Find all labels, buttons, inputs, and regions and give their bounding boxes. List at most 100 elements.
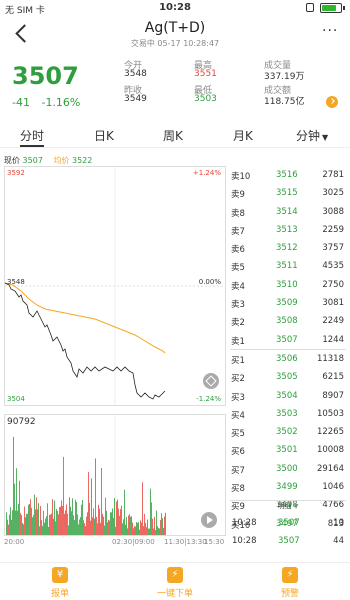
level-volume: 29164 [316, 463, 344, 474]
level-label: 买5 [231, 429, 245, 440]
volume-bar [151, 502, 152, 535]
volume-bar [42, 525, 43, 535]
tab-weekly-k[interactable]: 周K [163, 127, 183, 144]
tab-intraday[interactable]: 分时 [20, 127, 45, 147]
volume-bar [74, 520, 75, 535]
order-book-row[interactable]: 卖7 3513 2259 [230, 221, 346, 239]
low-label: 最低 [194, 86, 213, 96]
alert-button[interactable]: ⚡ 预警 [260, 567, 320, 599]
fullscreen-icon[interactable] [203, 373, 219, 389]
tab-monthly-k[interactable]: 月K [233, 127, 253, 144]
tab-minute[interactable]: 分钟 ▼ [296, 127, 328, 144]
volume-bar [39, 526, 40, 535]
volume-bar [29, 504, 30, 535]
volume-bar [137, 523, 138, 535]
expand-quote-icon[interactable] [326, 96, 338, 108]
order-book-row[interactable]: 买1 3506 11318 [230, 350, 346, 368]
level-label: 卖8 [231, 208, 245, 219]
level-label: 买1 [231, 355, 245, 366]
volume-bar [43, 510, 44, 535]
intraday-price-chart[interactable]: 3592 +1.24% 3548 0.00% 3504 -1.24% [4, 166, 226, 406]
volume-bar [156, 510, 157, 535]
level-volume: 3757 [322, 243, 344, 254]
order-book-row[interactable]: 卖3 3509 3081 [230, 294, 346, 312]
more-dots-icon[interactable]: ··· [322, 24, 338, 40]
level-volume: 4535 [322, 261, 344, 272]
volume-chart[interactable]: 90792 [4, 414, 226, 536]
one-click-order-button[interactable]: ⚡ 一键下单 [145, 567, 205, 599]
volume-bar [112, 508, 113, 535]
volume-bar [40, 506, 41, 535]
order-book-row[interactable]: 买8 3499 1046 [230, 478, 346, 496]
volume-bar [19, 480, 20, 535]
volume-bar [152, 518, 153, 535]
level-price: 3512 [276, 243, 298, 254]
volume-bar [141, 522, 142, 535]
volume-bar [117, 499, 118, 535]
play-icon[interactable] [201, 512, 217, 528]
order-book-row[interactable]: 卖10 3516 2781 [230, 166, 346, 184]
volume-bar [108, 519, 109, 535]
order-book-row[interactable]: 买4 3503 10503 [230, 405, 346, 423]
volume-bar [140, 520, 141, 535]
volume-bar [70, 506, 71, 535]
volume-bar [79, 519, 80, 535]
legend-avg: 均价 3522 [53, 156, 93, 165]
high-label: 最高 [194, 61, 213, 71]
level-label: 卖10 [231, 172, 251, 182]
trade-row: 10:28 3507 44 [232, 536, 344, 546]
volume-bar [129, 514, 130, 535]
order-book-row[interactable]: 卖8 3514 3088 [230, 203, 346, 221]
order-book-row[interactable]: 买7 3500 29164 [230, 460, 346, 478]
order-book-row[interactable]: 卖2 3508 2249 [230, 312, 346, 330]
volume-bar [153, 528, 154, 535]
trade-row: 10:28 3507 10 [232, 518, 344, 528]
level-price: 3513 [276, 224, 298, 235]
chevron-down-icon: ▼ [322, 133, 329, 142]
volume-bar [142, 482, 143, 535]
order-book-row[interactable]: 买2 3505 6215 [230, 368, 346, 386]
trade-detail-header[interactable]: 明细 ▼ [230, 500, 346, 514]
order-book-row[interactable]: 卖9 3515 3025 [230, 184, 346, 202]
level-volume: 1046 [322, 482, 344, 493]
volume-bar [82, 499, 83, 535]
tab-daily-k[interactable]: 日K [94, 127, 114, 144]
order-book-row[interactable]: 买5 3502 12265 [230, 423, 346, 441]
order-book-row[interactable]: 卖1 3507 1244 [230, 331, 346, 349]
x-tick-mid1: 02:30|09:00 [112, 538, 155, 546]
level-label: 买4 [231, 410, 245, 421]
volume-bar [14, 483, 15, 535]
order-book-row[interactable]: 卖5 3511 4535 [230, 257, 346, 275]
volume-bar [164, 516, 165, 535]
volume-bar [131, 516, 132, 535]
y-mid-label: 3548 [7, 278, 25, 286]
volume-bar [10, 507, 11, 535]
volume-bar [135, 526, 136, 535]
prev-close-value: 3549 [124, 94, 147, 104]
volume-bar [54, 500, 55, 535]
volume-bar [157, 526, 158, 535]
order-book-row[interactable]: 买6 3501 10008 [230, 441, 346, 459]
level-label: 买2 [231, 374, 245, 385]
volume-bar [139, 529, 140, 535]
level-price: 3504 [276, 390, 298, 401]
level-price: 3503 [276, 408, 298, 419]
order-button[interactable]: ¥ 报单 [30, 567, 90, 599]
volume-bar [13, 436, 14, 535]
volume-bar [113, 517, 114, 535]
volume-bar [67, 513, 68, 535]
volume-bar [51, 513, 52, 535]
level-label: 卖7 [231, 226, 245, 237]
volume-bar [128, 515, 129, 535]
volume-bar [110, 512, 111, 535]
volume-bar [50, 514, 51, 535]
volume-bar [132, 522, 133, 535]
level-label: 买7 [231, 465, 245, 476]
change-percent: -1.16% [41, 96, 81, 109]
volume-bar [65, 510, 66, 535]
order-book-row[interactable]: 卖4 3510 2750 [230, 276, 346, 294]
volume-bar [80, 517, 81, 535]
volume-bar [98, 504, 99, 535]
order-book-row[interactable]: 卖6 3512 3757 [230, 239, 346, 257]
order-book-row[interactable]: 买3 3504 8907 [230, 387, 346, 405]
